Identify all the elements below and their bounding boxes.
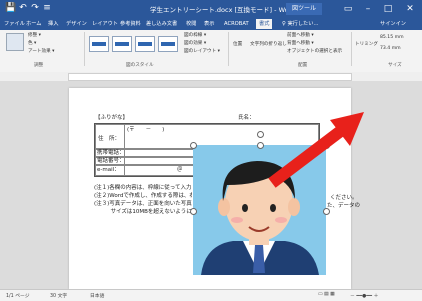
view-buttons[interactable]: ▭ ▤ ▦: [318, 292, 335, 297]
red-arrow-annotation: [268, 112, 364, 188]
page-indicator[interactable]: 1/1 ページ: [6, 292, 30, 299]
word-count[interactable]: 30 文字: [50, 292, 67, 299]
status-bar: 1/1 ページ 30 文字 日本語 ▭ ▤ ▦ － ━━●━━ ＋: [0, 289, 422, 301]
language-indicator[interactable]: 日本語: [90, 292, 104, 299]
zoom-slider[interactable]: － ━━●━━ ＋: [350, 292, 378, 299]
